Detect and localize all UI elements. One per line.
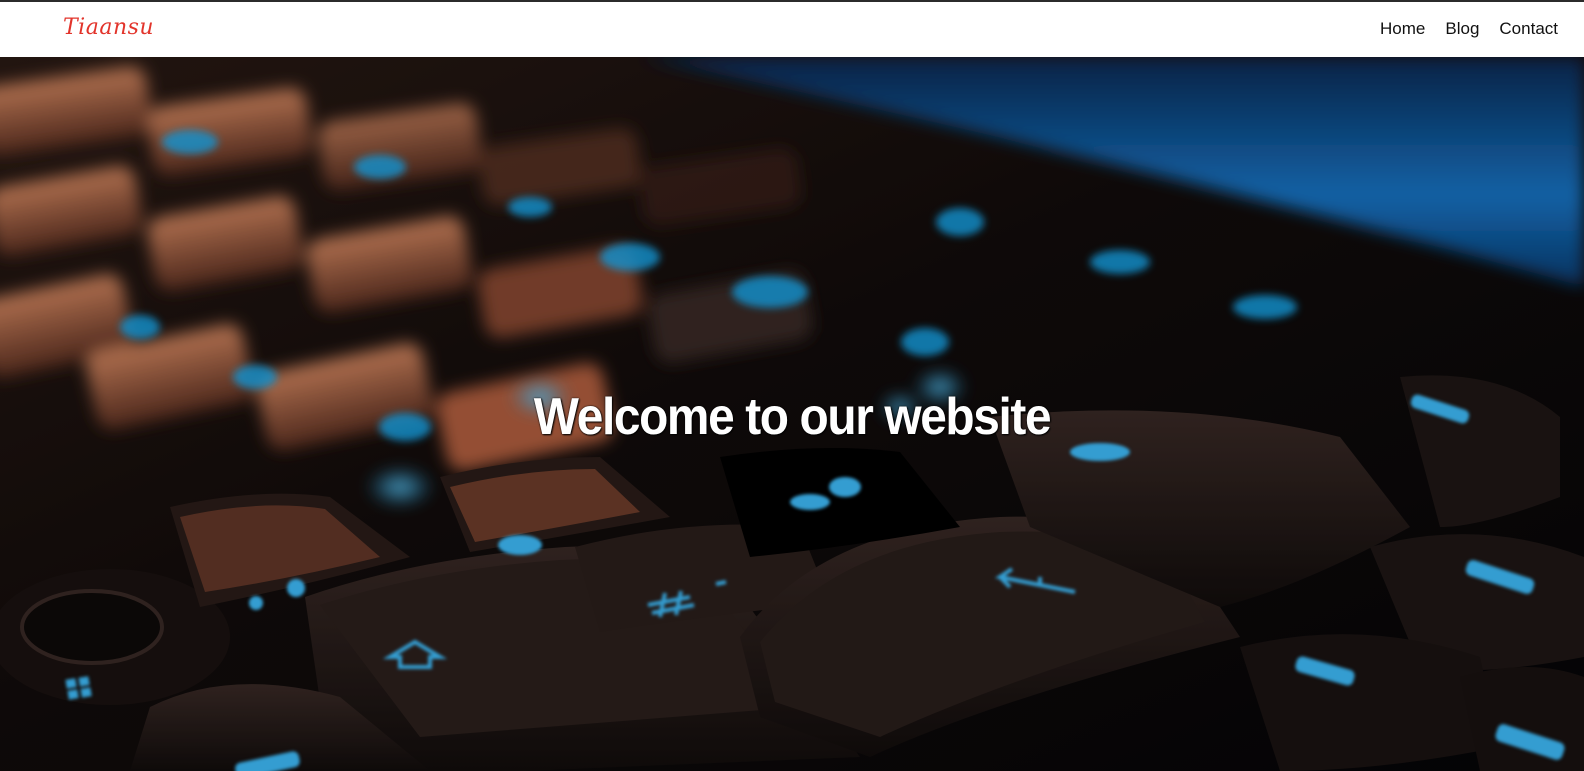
- site-logo[interactable]: Tiaansu: [63, 15, 154, 40]
- hero-title: Welcome to our website: [533, 387, 1052, 446]
- nav-link-home[interactable]: Home: [1380, 19, 1425, 39]
- nav-link-contact[interactable]: Contact: [1499, 19, 1558, 39]
- nav-links: Home Blog Contact: [1380, 19, 1558, 39]
- navbar: Tiaansu Home Blog Contact: [0, 2, 1584, 57]
- nav-link-blog[interactable]: Blog: [1445, 19, 1479, 39]
- hero-banner: Welcome to our website: [0, 57, 1584, 771]
